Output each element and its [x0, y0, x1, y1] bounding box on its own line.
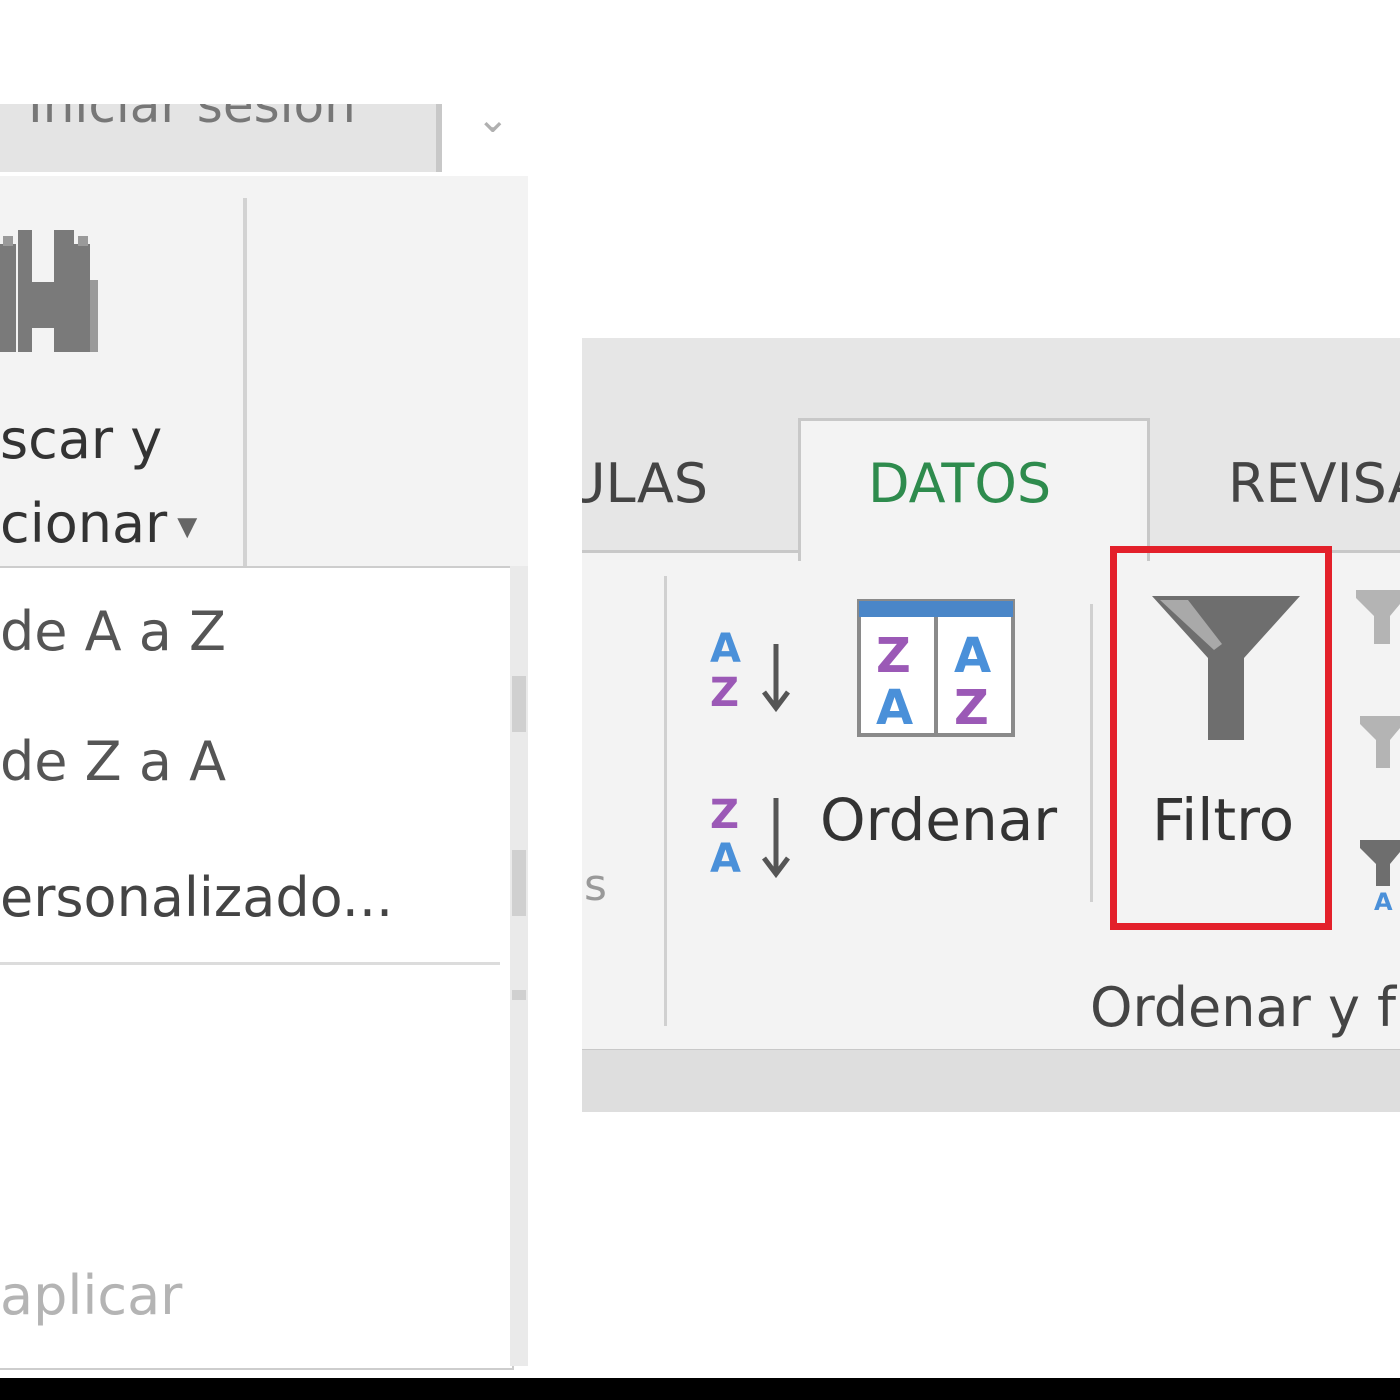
scroll-bit [512, 676, 526, 732]
menu-item-reapply: aplicar [0, 1264, 183, 1327]
advanced-filter-icon[interactable]: A [1360, 836, 1400, 912]
ordenar-letter-lb: A [876, 680, 913, 736]
menu-item-sort-z-a[interactable]: de Z a A [0, 730, 226, 793]
ordenar-letter-rt: A [954, 628, 991, 684]
ordenar-letter-rb: Z [954, 680, 989, 736]
filtro-highlight-box [1110, 546, 1332, 930]
ordenar-button-label[interactable]: Ordenar [820, 786, 1057, 854]
partial-group-label: s [584, 860, 607, 911]
login-tab-label: Iniciar sesión [28, 104, 356, 134]
tab-formulas-label: ULAS [582, 452, 709, 515]
sort-dialog-icon[interactable]: Z A A Z [856, 598, 1016, 738]
menu-item-custom-sort[interactable]: ersonalizado... [0, 866, 393, 929]
find-select-label-2[interactable]: cionar ▼ [0, 492, 197, 555]
sort-ascending-icon[interactable]: A Z [708, 622, 798, 714]
sort-az-top-letter: A [710, 626, 741, 672]
bottom-black-bar [0, 1378, 1400, 1400]
login-tab[interactable]: Iniciar sesión [0, 104, 442, 172]
ribbon-separator [1090, 604, 1093, 902]
tab-revisar[interactable]: REVISA [1228, 452, 1400, 515]
tab-formulas[interactable]: ULAS [582, 452, 782, 515]
clear-filter-icon[interactable] [1356, 586, 1400, 646]
tab-datos-label: DATOS [868, 452, 1052, 515]
sort-dropdown-menu [0, 566, 514, 1370]
sort-az-bottom-letter: Z [710, 670, 739, 714]
ribbon-footer [582, 1050, 1400, 1112]
menu-separator [0, 962, 500, 965]
dropdown-caret-icon: ▼ [177, 512, 198, 543]
reapply-filter-icon[interactable] [1360, 712, 1400, 772]
sort-za-bottom-letter: A [710, 836, 741, 880]
scroll-bit [512, 990, 526, 1000]
menu-item-sort-a-z[interactable]: de A a Z [0, 600, 226, 663]
ribbon-separator [664, 576, 667, 1026]
find-select-label[interactable]: scar y [0, 408, 162, 471]
chevron-down-icon[interactable]: ⌄ [476, 99, 510, 139]
ribbon-separator [243, 198, 247, 568]
find-select-label-text: cionar [0, 492, 168, 555]
ordenar-letter-lt: Z [876, 628, 911, 684]
sort-descending-icon[interactable]: Z A [708, 788, 798, 880]
group-label-sort-filter: Ordenar y f [1090, 976, 1397, 1039]
advanced-filter-letter: A [1374, 888, 1393, 912]
scroll-bit [512, 850, 526, 916]
sort-za-top-letter: Z [710, 792, 739, 838]
binoculars-icon[interactable] [0, 226, 110, 356]
